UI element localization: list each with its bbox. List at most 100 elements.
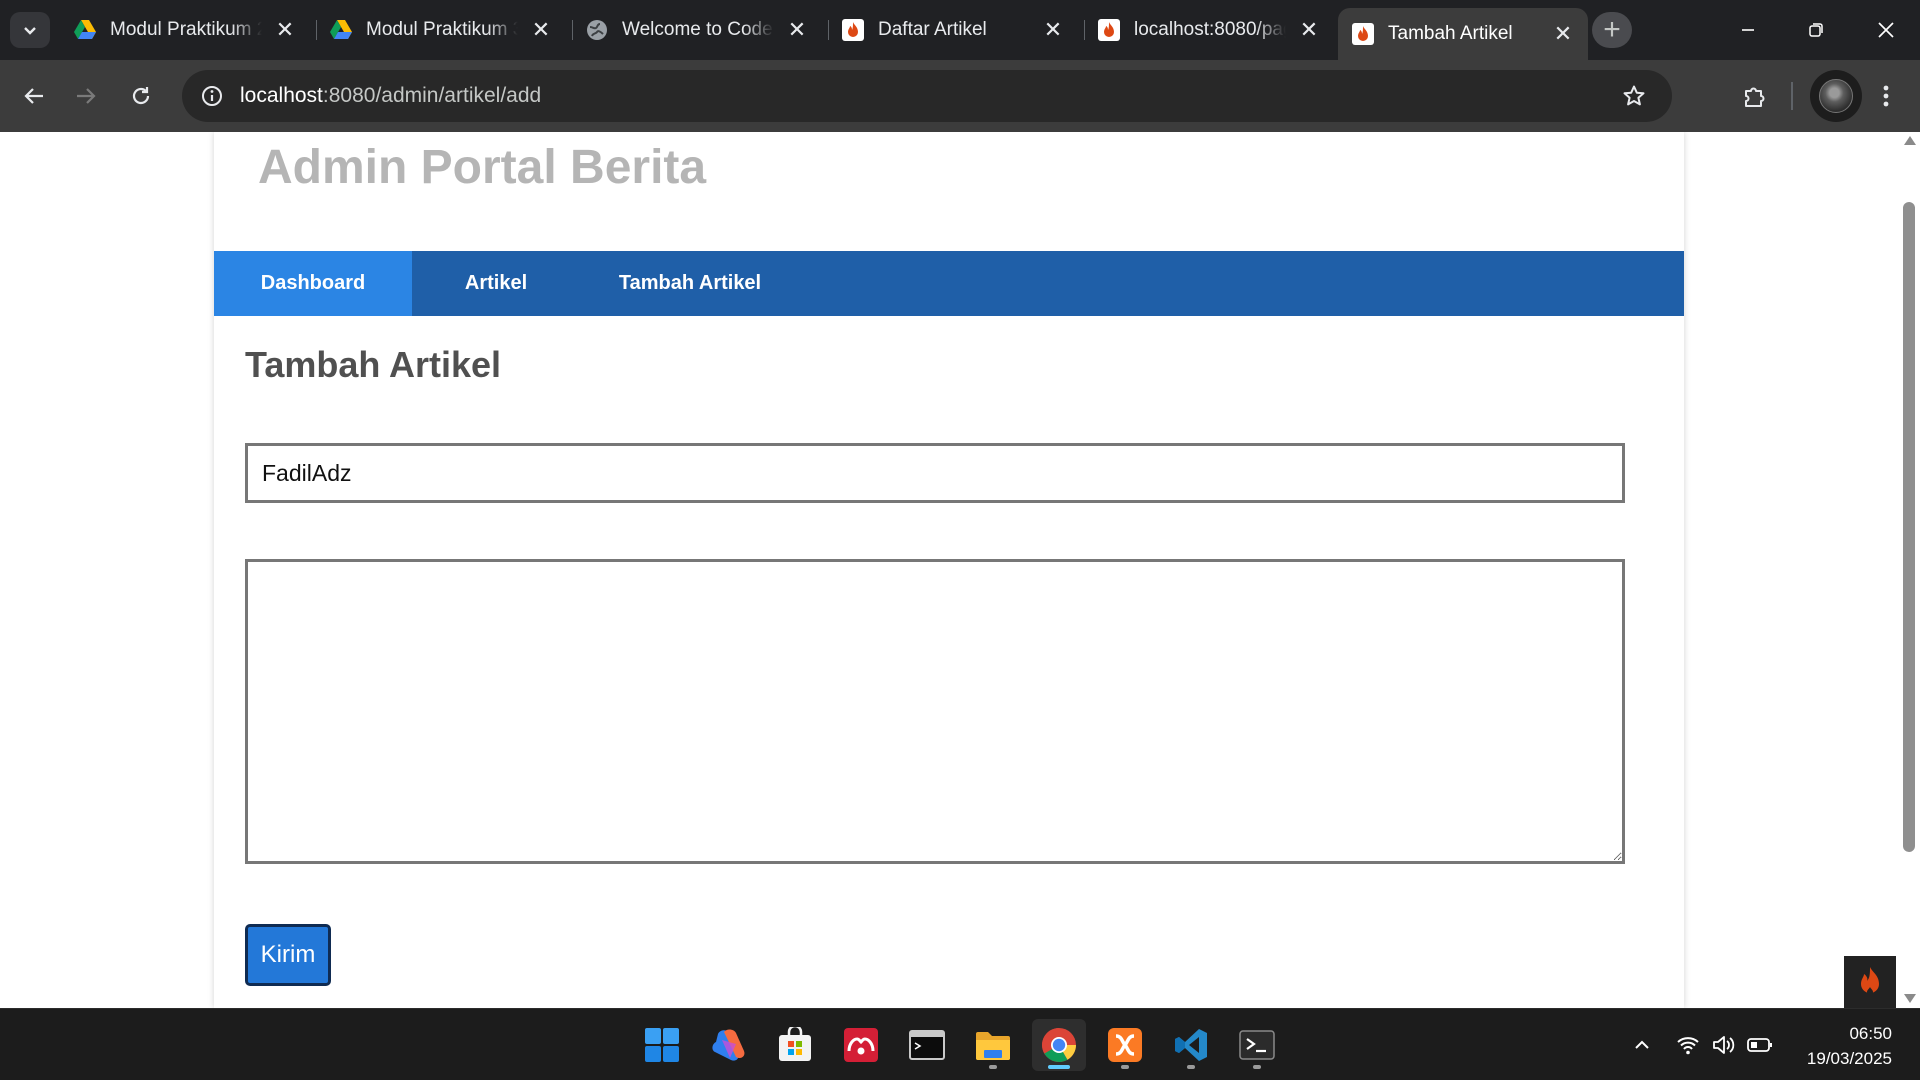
powershell-icon [1239, 1030, 1275, 1060]
copilot-icon [712, 1029, 745, 1061]
browser-tab[interactable]: localhost:8080/page ✕ [1084, 10, 1334, 50]
volume-status[interactable] [1710, 1031, 1738, 1059]
extensions-button[interactable] [1735, 76, 1775, 116]
address-bar[interactable]: localhost:8080/admin/artikel/add [182, 70, 1672, 122]
close-icon[interactable]: ✕ [1042, 19, 1064, 41]
page-container: Admin Portal Berita Dashboard Artikel Ta… [214, 132, 1684, 1008]
start-button[interactable] [635, 1019, 689, 1071]
page-heading: Tambah Artikel [245, 344, 502, 385]
url-path: :8080/admin/artikel/add [322, 84, 542, 107]
running-indicator [989, 1065, 997, 1069]
chrome-app[interactable] [1032, 1019, 1086, 1071]
article-title-input[interactable] [245, 443, 1625, 503]
debug-toolbar-button[interactable] [1844, 956, 1896, 1008]
scroll-down-arrow-icon[interactable] [1904, 994, 1916, 1003]
page-scrollbar[interactable] [1898, 132, 1920, 1008]
vscode-app[interactable] [1164, 1019, 1218, 1071]
microsoft-store-app[interactable] [768, 1019, 822, 1071]
terminal-app[interactable] [900, 1019, 954, 1071]
restore-button[interactable] [1786, 8, 1846, 52]
profile-avatar[interactable] [1810, 70, 1862, 122]
wifi-icon [1677, 1037, 1699, 1055]
tab-title: Daftar Artikel [878, 19, 987, 40]
submit-button[interactable]: Kirim [245, 924, 331, 986]
tab-title: Tambah Artikel [1388, 23, 1513, 44]
minimize-button[interactable] [1718, 8, 1778, 52]
close-icon[interactable]: ✕ [1552, 23, 1574, 45]
running-indicator [1121, 1065, 1129, 1069]
tab-title: Modul Praktikum 3 [366, 19, 518, 40]
browser-tab[interactable]: Daftar Artikel ✕ [828, 10, 1078, 50]
reload-button[interactable] [121, 76, 161, 116]
running-indicator [1187, 1065, 1195, 1069]
copilot-app[interactable] [702, 1019, 756, 1071]
puzzle-icon [1745, 87, 1765, 107]
article-content-textarea[interactable] [245, 559, 1625, 864]
browser-menu-button[interactable] [1866, 76, 1906, 116]
windows-taskbar: 06:50 19/03/2025 [0, 1008, 1920, 1080]
page-viewport: Admin Portal Berita Dashboard Artikel Ta… [0, 132, 1920, 1008]
nav-link-artikel[interactable]: Artikel [412, 251, 580, 316]
file-explorer-app[interactable] [966, 1019, 1020, 1071]
globe-icon [586, 19, 608, 41]
clock-date: 19/03/2025 [1806, 1049, 1892, 1068]
terminal-app-icon [909, 1030, 945, 1060]
minimize-icon [1742, 29, 1754, 31]
browser-tab[interactable]: Modul Praktikum 3 ✕ [316, 10, 566, 50]
microsoft-store-icon [779, 1027, 811, 1061]
battery-icon [1747, 1038, 1772, 1052]
codeigniter-icon [1861, 967, 1879, 995]
running-indicator [1048, 1065, 1070, 1069]
google-drive-icon [330, 19, 352, 41]
google-drive-icon [74, 19, 96, 41]
toolbar-divider [1791, 82, 1793, 110]
browser-toolbar: localhost:8080/admin/artikel/add [0, 60, 1920, 132]
tab-title: Welcome to CodeIgniter [622, 19, 774, 40]
close-icon [1878, 22, 1894, 38]
browser-tab-active[interactable]: Tambah Artikel ✕ [1338, 8, 1588, 60]
plus-icon: + [1603, 13, 1621, 46]
battery-status[interactable] [1746, 1031, 1774, 1059]
url-text: localhost:8080/admin/artikel/add [240, 84, 541, 108]
chrome-icon [1042, 1028, 1076, 1062]
scrollbar-thumb[interactable] [1903, 202, 1915, 852]
system-clock[interactable]: 06:50 19/03/2025 [1807, 1021, 1892, 1071]
close-icon[interactable]: ✕ [786, 19, 808, 41]
scroll-up-arrow-icon[interactable] [1904, 136, 1916, 145]
wifi-status[interactable] [1674, 1031, 1702, 1059]
browser-tab[interactable]: Modul Praktikum 2 ✕ [60, 10, 310, 50]
nav-link-dashboard[interactable]: Dashboard [214, 251, 412, 316]
tab-search-button[interactable] [10, 12, 50, 48]
info-icon[interactable] [196, 80, 228, 112]
clock-time: 06:50 [1849, 1024, 1892, 1043]
file-explorer-icon [976, 1032, 1010, 1060]
powershell-app[interactable] [1230, 1019, 1284, 1071]
close-icon[interactable]: ✕ [274, 19, 296, 41]
forward-button[interactable] [66, 76, 106, 116]
close-window-button[interactable] [1856, 8, 1916, 52]
browser-tab[interactable]: Welcome to CodeIgniter ✕ [572, 10, 822, 50]
arrow-right-icon [77, 88, 96, 104]
main-nav: Dashboard Artikel Tambah Artikel [214, 251, 1684, 316]
url-host: localhost [240, 84, 323, 107]
nav-link-tambah-artikel[interactable]: Tambah Artikel [580, 251, 800, 316]
tab-title: localhost:8080/page [1134, 19, 1286, 40]
close-icon[interactable]: ✕ [1298, 19, 1320, 41]
back-button[interactable] [14, 76, 54, 116]
close-icon[interactable]: ✕ [530, 19, 552, 41]
codeigniter-icon [1098, 19, 1120, 41]
codeigniter-icon [1352, 23, 1374, 45]
mendeley-app[interactable] [834, 1019, 888, 1071]
arrow-left-icon [24, 88, 43, 104]
show-hidden-icons-button[interactable] [1628, 1031, 1656, 1059]
xampp-app[interactable] [1098, 1019, 1152, 1071]
xampp-icon [1108, 1028, 1142, 1062]
volume-icon [1713, 1036, 1735, 1054]
browser-tab-strip: Modul Praktikum 2 ✕ Modul Praktikum 3 ✕ … [0, 0, 1920, 60]
new-tab-button[interactable]: + [1592, 12, 1632, 48]
chevron-down-icon [24, 27, 36, 35]
site-title: Admin Portal Berita [258, 141, 707, 194]
bookmark-star-icon[interactable] [1618, 80, 1650, 112]
codeigniter-icon [842, 19, 864, 41]
reload-icon [132, 87, 150, 105]
